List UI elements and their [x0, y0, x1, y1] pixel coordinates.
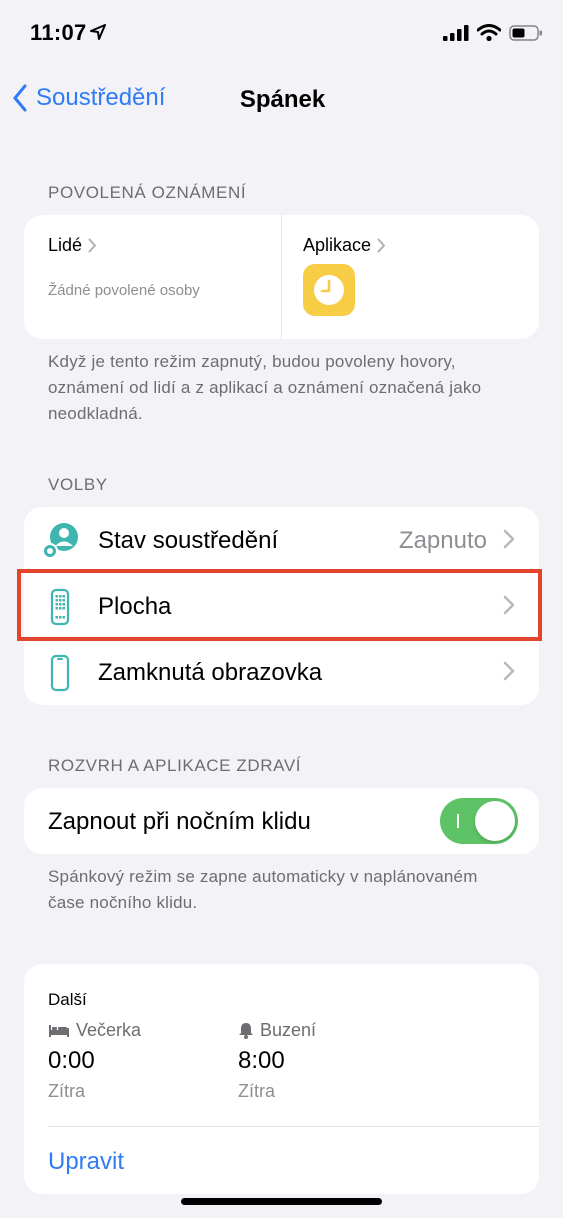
- lock-screen-row[interactable]: Zamknutá obrazovka: [24, 639, 539, 705]
- schedule-footnote: Spánkový režim se zapne automaticky v na…: [48, 867, 478, 912]
- lock-screen-icon: [40, 653, 80, 693]
- chevron-right-icon: [377, 238, 386, 253]
- navigation-bar: Soustředění Spánek: [0, 78, 563, 122]
- bedtime-day: Zítra: [48, 1081, 86, 1101]
- bedtime-column: Večerka 0:00 Zítra: [48, 1020, 141, 1102]
- chevron-right-icon: [503, 661, 515, 681]
- toggle-knob: [475, 801, 515, 841]
- next-title: Další: [48, 990, 87, 1009]
- column-divider: [281, 215, 282, 339]
- home-indicator[interactable]: [181, 1198, 382, 1205]
- page-title: Spánek: [239, 86, 326, 113]
- focus-status-icon: [40, 521, 80, 561]
- allowed-notifications-header: POVOLENÁ OZNÁMENÍ: [48, 183, 247, 202]
- next-alarm-card: Další Večerka 0:00 Zítra Buzení 8:00 Zít…: [24, 964, 539, 1194]
- edit-button[interactable]: Upravit: [48, 1148, 124, 1176]
- wake-day: Zítra: [238, 1081, 276, 1101]
- toggle-on-indicator: [457, 814, 459, 828]
- battery-icon: [509, 24, 543, 46]
- clock-icon: [314, 275, 344, 305]
- focus-status-row[interactable]: Stav soustředění Zapnuto: [24, 507, 539, 573]
- options-header: VOLBY: [48, 475, 108, 494]
- lock-screen-label: Zamknutá obrazovka: [98, 659, 323, 686]
- allowed-notifications-footnote: Když je tento režim zapnutý, budou povol…: [48, 352, 482, 423]
- cellular-signal-icon: [443, 24, 469, 46]
- status-bar: 11:07: [0, 0, 563, 70]
- apps-button[interactable]: Aplikace: [303, 235, 386, 256]
- wake-time: 8:00: [238, 1047, 285, 1074]
- card-separator: [48, 1126, 539, 1127]
- schedule-card: Zapnout při nočním klidu: [24, 788, 539, 854]
- allowed-notifications-card: Lidé Žádné povolené osoby Aplikace: [24, 215, 539, 339]
- people-button[interactable]: Lidé: [48, 235, 97, 256]
- bedtime-label: Večerka: [76, 1020, 142, 1040]
- clock-app-icon[interactable]: [303, 264, 355, 316]
- highlight-annotation: [17, 569, 542, 641]
- wake-label: Buzení: [260, 1020, 317, 1040]
- bed-icon: [49, 1024, 69, 1037]
- focus-status-value: Zapnuto: [398, 527, 487, 554]
- location-arrow-icon: [90, 24, 106, 45]
- people-empty-text: Žádné povolené osoby: [48, 282, 200, 299]
- people-label: Lidé: [48, 235, 83, 255]
- chevron-right-icon: [88, 238, 97, 253]
- sleep-schedule-label: Zapnout při nočním klidu: [48, 808, 311, 835]
- schedule-header: ROZVRH A APLIKACE ZDRAVÍ: [48, 756, 302, 775]
- status-time: 11:07: [30, 20, 87, 45]
- bedtime-time: 0:00: [48, 1047, 95, 1074]
- chevron-right-icon: [503, 529, 515, 549]
- wake-column: Buzení 8:00 Zítra: [238, 1020, 316, 1102]
- focus-status-label: Stav soustředění: [98, 527, 279, 554]
- sleep-schedule-toggle[interactable]: [440, 798, 518, 844]
- apps-label: Aplikace: [303, 235, 372, 255]
- wifi-icon: [476, 24, 502, 46]
- bell-icon: [239, 1023, 253, 1039]
